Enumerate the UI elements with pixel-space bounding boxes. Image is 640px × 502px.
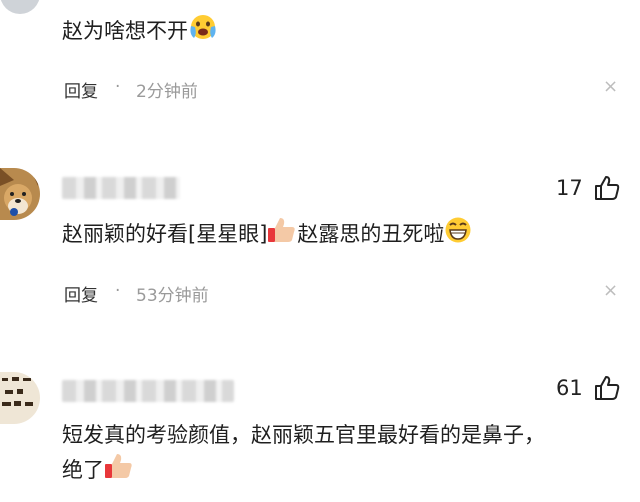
thumbs-up-icon [104, 452, 134, 490]
calligraphy-avatar-icon [0, 372, 40, 424]
crying-face-icon [188, 14, 218, 50]
reply-button[interactable]: 回复 [64, 77, 98, 102]
shiba-avatar-icon [0, 168, 40, 220]
separator-dot: · [115, 281, 121, 301]
username-blurred[interactable] [62, 380, 234, 402]
thumbs-up-icon[interactable] [593, 174, 621, 206]
comment-body: 赵为啥想不开 [62, 19, 188, 43]
reply-button[interactable]: 回复 [64, 281, 98, 306]
avatar[interactable] [0, 0, 40, 14]
comment-body-part2: 赵露思的丑死啦 [297, 222, 445, 246]
comment-text-line1: 短发真的考验颜值，赵丽颖五官里最好看的是鼻子， [62, 423, 545, 447]
avatar[interactable] [0, 168, 40, 220]
username-blurred[interactable] [62, 177, 180, 199]
grinning-face-icon [444, 216, 472, 254]
comment-time: 53分钟前 [136, 286, 209, 306]
like-count: 61 [556, 376, 583, 400]
comment-text: 赵为啥想不开 [62, 14, 218, 50]
thumbs-up-icon [267, 216, 297, 254]
comment-body: 绝了 [62, 458, 104, 482]
thumbs-up-icon[interactable] [593, 374, 621, 406]
like-count: 17 [556, 176, 583, 200]
close-icon[interactable]: × [603, 76, 618, 97]
comment-body-part1: 赵丽颖的好看[星星眼] [62, 222, 268, 246]
comment-time: 2分钟前 [136, 82, 198, 102]
avatar[interactable] [0, 372, 40, 424]
close-icon[interactable]: × [603, 280, 618, 301]
comment-text: 赵丽颖的好看[星星眼] 赵露思的丑死啦 [62, 216, 472, 254]
separator-dot: · [115, 77, 121, 97]
comment-text-line2: 绝了 [62, 452, 134, 490]
